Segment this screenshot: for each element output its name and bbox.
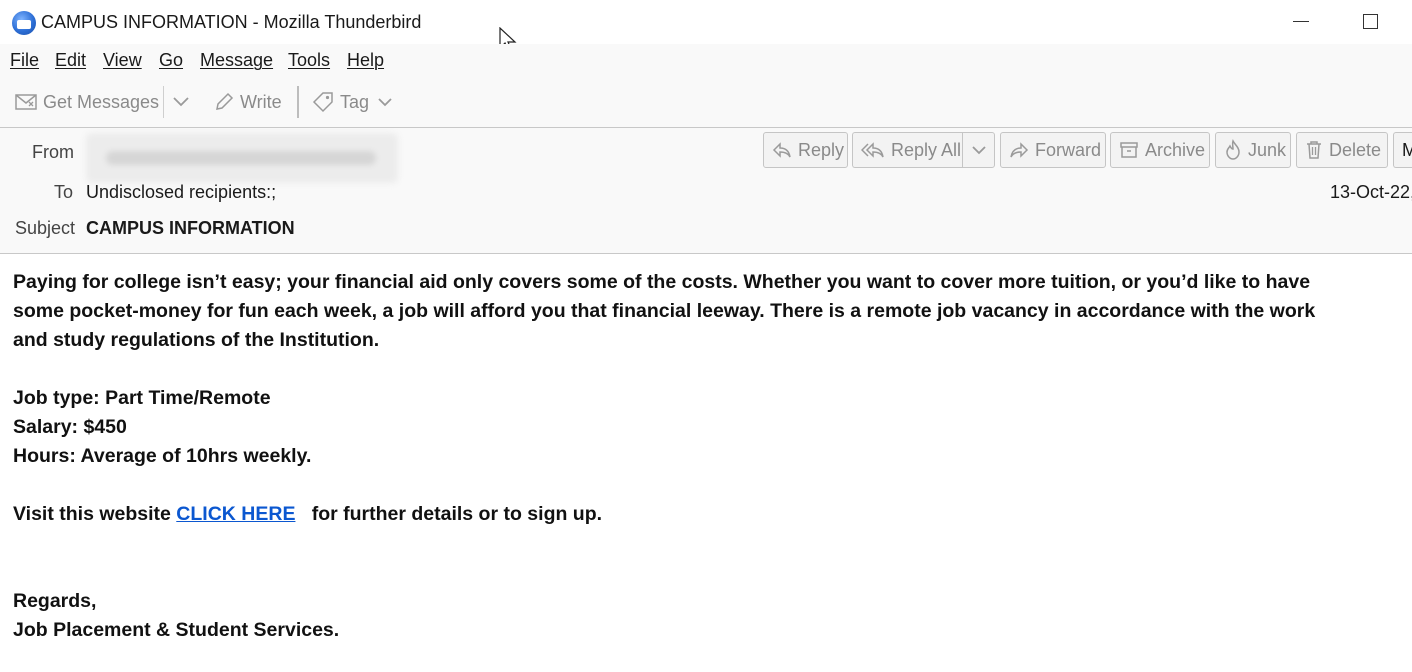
menu-file[interactable]: File [10,50,39,71]
more-button[interactable]: M [1393,132,1412,168]
pencil-icon [216,92,234,110]
write-button[interactable]: Write [214,78,282,126]
window-title: CAMPUS INFORMATION - Mozilla Thunderbird [41,12,422,32]
hours-line: Hours: Average of 10hrs weekly. [13,445,312,467]
reply-button[interactable]: Reply [763,132,848,168]
get-messages-label: Get Messages [43,91,160,112]
subject-label: Subject [15,218,76,238]
tag-label: Tag [340,91,370,112]
reply-all-button[interactable]: Reply All [852,132,962,168]
flame-icon [1226,139,1240,160]
menu-message[interactable]: Message [200,50,273,71]
reply-all-label: Reply All [891,139,962,160]
date-value: 13-Oct-22, [1330,182,1412,202]
delete-button[interactable]: Delete [1296,132,1388,168]
reply-all-dropdown[interactable] [962,132,995,168]
message-body: Paying for college isn’t easy; your fina… [13,268,1412,645]
message-header: From To Undisclosed recipients:; Subject… [0,128,1412,254]
delete-label: Delete [1329,139,1382,160]
from-label: From [32,142,74,162]
body-paragraph-line: and study regulations of the Institution… [13,329,380,351]
junk-button[interactable]: Junk [1215,132,1291,168]
job-type-line: Job type: Part Time/Remote [13,387,271,409]
visit-line: Visit this website CLICK HERE for furthe… [13,500,1412,529]
menu-bar: File Edit View Go Message Tools Help [0,44,1412,78]
regards-line: Regards, [13,590,97,612]
title-bar: CAMPUS INFORMATION - Mozilla Thunderbird [0,0,1412,53]
salary-line: Salary: $450 [13,416,127,438]
chevron-down-icon [173,97,189,107]
toolbar-divider [163,86,164,118]
junk-label: Junk [1248,139,1287,160]
archive-button[interactable]: Archive [1110,132,1210,168]
minimize-button[interactable] [1293,21,1309,22]
click-here-link[interactable]: CLICK HERE [176,503,295,525]
archive-box-icon [1120,142,1138,158]
tag-button[interactable]: Tag [312,78,399,126]
more-label: M [1402,140,1412,161]
menu-go[interactable]: Go [159,50,183,71]
from-value-redacted [86,133,398,183]
forward-label: Forward [1035,139,1102,160]
body-paragraph-line: Paying for college isn’t easy; your fina… [13,271,1311,293]
toolbar-divider [297,86,299,118]
visit-suffix: for further details or to sign up. [295,503,603,525]
get-messages-button[interactable]: Get Messages [15,78,159,126]
menu-view[interactable]: View [103,50,142,71]
reply-label: Reply [798,139,845,160]
write-label: Write [240,91,282,112]
signature-line: Job Placement & Student Services. [13,619,340,641]
menu-edit[interactable]: Edit [55,50,86,71]
maximize-button[interactable] [1363,14,1378,29]
body-paragraph-line: some pocket-money for fun each week, a j… [13,300,1316,322]
reply-arrow-icon [772,142,791,158]
mail-download-icon [15,94,37,110]
reply-all-icon [861,142,884,158]
chevron-down-icon [378,97,392,106]
main-toolbar: Get Messages Write Tag [0,78,1412,128]
visit-prefix: Visit this website [13,503,177,525]
tag-icon [312,92,333,113]
to-label: To [54,182,74,202]
thunderbird-logo-icon [12,11,36,35]
menu-help[interactable]: Help [347,50,384,71]
subject-value: CAMPUS INFORMATION [86,218,295,238]
chevron-down-icon [971,145,986,154]
forward-arrow-icon [1010,142,1029,158]
archive-label: Archive [1145,139,1206,160]
get-messages-dropdown[interactable] [172,78,196,126]
forward-button[interactable]: Forward [1000,132,1106,168]
to-value: Undisclosed recipients:; [86,182,277,202]
trash-icon [1307,141,1321,159]
menu-tools[interactable]: Tools [288,50,330,71]
